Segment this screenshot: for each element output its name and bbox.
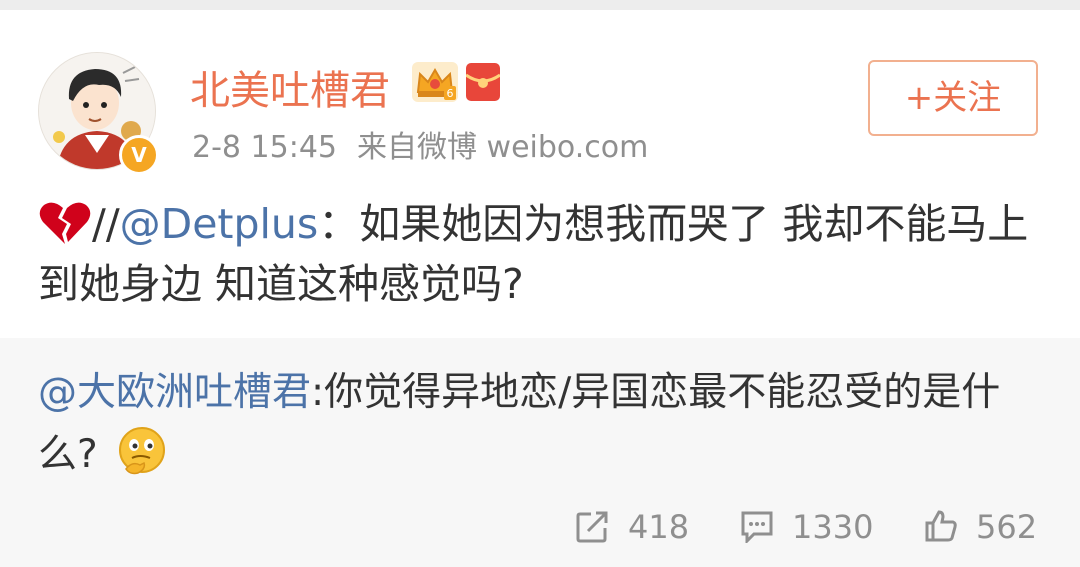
follow-button[interactable]: +关注 (868, 60, 1038, 136)
post-meta: 2-8 15:45 来自微博 weibo.com (192, 122, 668, 166)
top-divider (0, 0, 1080, 10)
post-text: //@Detplus：如果她因为想我而哭了 我却不能马上到她身边 知道这种感觉吗… (38, 194, 1038, 314)
repost-text: @大欧洲吐槽君:你觉得异地恋/异国恋最不能忍受的是什么? (38, 362, 1038, 486)
comment-count: 1330 (792, 508, 874, 546)
repost-count: 418 (628, 508, 690, 546)
action-bar: 418 1330 562 (0, 503, 1080, 551)
verified-badge: V (119, 135, 159, 175)
like-count: 562 (976, 508, 1038, 546)
repost-block[interactable]: @大欧洲吐槽君:你觉得异地恋/异国恋最不能忍受的是什么? 418 1330 56… (0, 338, 1080, 567)
text-prefix: // (92, 200, 120, 248)
comment-bubble-icon (741, 511, 773, 543)
post-source[interactable]: 来自微博 weibo.com (357, 130, 648, 165)
thinking-face-icon (118, 427, 165, 475)
crown-level-icon[interactable]: 6 (412, 62, 458, 102)
thumbs-up-icon (925, 510, 957, 542)
red-packet-icon[interactable] (466, 63, 500, 101)
svg-text:6: 6 (447, 87, 454, 100)
broken-heart-icon (39, 202, 91, 244)
username[interactable]: 北美吐槽君 (190, 58, 390, 116)
post-time: 2-8 15:45 (192, 130, 337, 165)
share-arrow-icon (576, 511, 608, 543)
weibo-post-card: V 北美吐槽君 6 2-8 15:45 来自微博 weibo.com +关注 //… (0, 0, 1080, 567)
mention-link[interactable]: @Detplus (120, 200, 319, 248)
repost-mention-link[interactable]: @大欧洲吐槽君 (38, 370, 311, 415)
